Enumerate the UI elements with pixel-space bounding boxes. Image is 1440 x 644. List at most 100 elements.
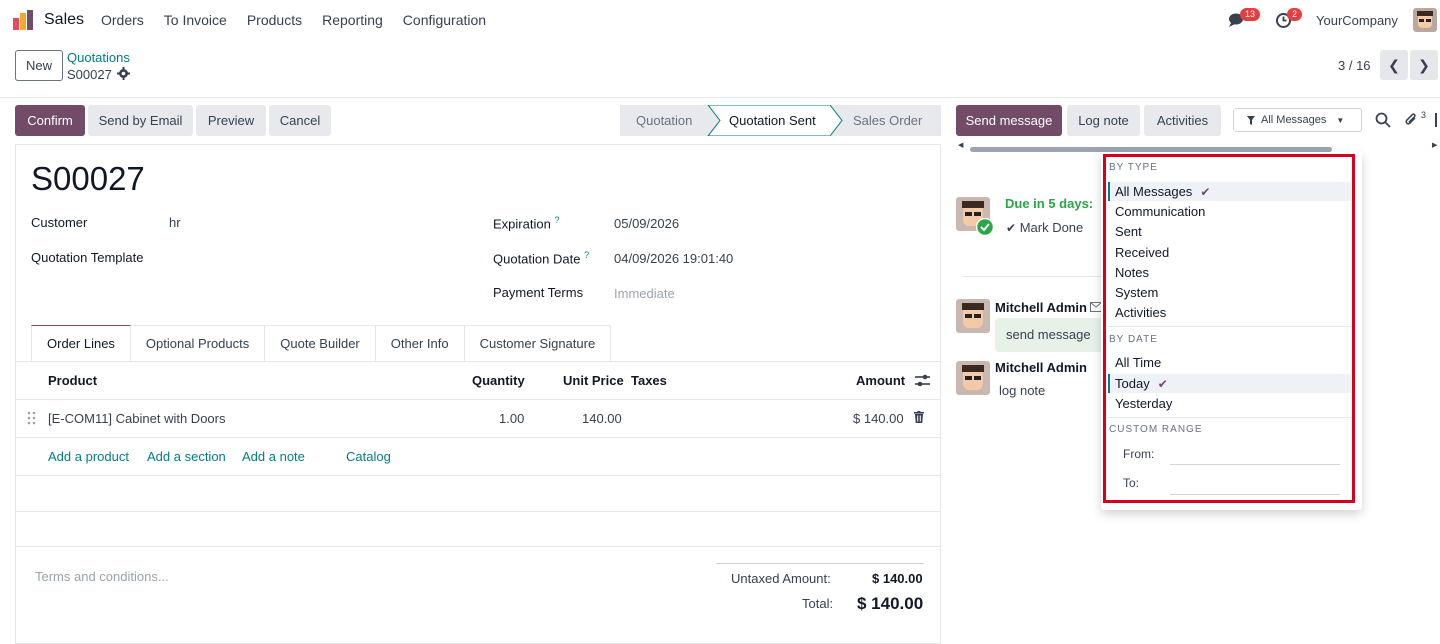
tab-customer-signature[interactable]: Customer Signature [464, 325, 612, 362]
quotation-name: S00027 [31, 160, 145, 197]
column-taxes[interactable]: Taxes [631, 373, 667, 388]
activities-button[interactable]: Activities [1144, 105, 1221, 136]
chevron-right-icon: ❯ [1418, 56, 1430, 73]
tab-order-lines[interactable]: Order Lines [31, 325, 131, 362]
scroll-left-icon[interactable]: ◀ [958, 141, 963, 149]
menu-reporting[interactable]: Reporting [322, 12, 383, 28]
new-button[interactable]: New [15, 50, 63, 81]
row-amount: $ 140.00 [853, 411, 904, 426]
menu-orders[interactable]: Orders [101, 12, 144, 28]
quotation-template-label: Quotation Template [31, 250, 144, 265]
paperclip-icon[interactable] [1404, 112, 1418, 128]
column-amount[interactable]: Amount [856, 373, 905, 388]
caret-down-icon: ▼ [1336, 115, 1345, 125]
mark-done-button[interactable]: ✔ Mark Done [1006, 220, 1083, 235]
menu-configuration[interactable]: Configuration [403, 12, 486, 28]
expiration-field[interactable]: 05/09/2026 [614, 216, 679, 231]
message-body: log note [999, 383, 1046, 398]
main-menu: Orders To Invoice Products Reporting Con… [101, 12, 506, 28]
expiration-label: Expiration ? [493, 215, 560, 232]
checkmark-icon: ✔ [1200, 184, 1211, 199]
expand-icon[interactable] [1434, 112, 1440, 128]
filter-system[interactable]: System [1108, 283, 1351, 302]
custom-range-header: CUSTOM RANGE [1109, 424, 1203, 435]
tabs-underline [16, 361, 940, 362]
total-label: Total: [802, 596, 834, 611]
confirm-button[interactable]: Confirm [15, 105, 85, 136]
customer-field[interactable]: hr [169, 215, 181, 230]
check-circle-icon [976, 218, 994, 236]
column-quantity[interactable]: Quantity [472, 373, 525, 388]
send-by-email-button[interactable]: Send by Email [88, 105, 193, 136]
message-avatar[interactable] [956, 299, 990, 333]
message-bubble: send message [995, 318, 1105, 352]
filter-communication[interactable]: Communication [1108, 202, 1351, 221]
stage-quotation-sent[interactable]: Quotation Sent [729, 105, 816, 136]
sales-app-logo-icon[interactable] [13, 10, 35, 30]
tab-other-info[interactable]: Other Info [375, 325, 465, 362]
row-divider [16, 546, 940, 547]
cancel-button[interactable]: Cancel [269, 105, 331, 136]
filter-received[interactable]: Received [1108, 243, 1351, 262]
filter-all-messages[interactable]: All Messages ✔ [1108, 182, 1351, 201]
terms-conditions-field[interactable]: Terms and conditions... [35, 569, 169, 584]
filter-all-time[interactable]: All Time [1108, 353, 1351, 372]
search-icon[interactable] [1375, 112, 1391, 128]
drag-handle-icon[interactable] [27, 411, 36, 425]
preview-button[interactable]: Preview [196, 105, 266, 136]
trash-icon[interactable] [914, 411, 924, 423]
user-avatar[interactable] [1413, 8, 1437, 32]
column-product[interactable]: Product [48, 373, 97, 388]
message-filter-dropdown[interactable]: All Messages ▼ [1233, 108, 1362, 132]
menu-to-invoice[interactable]: To Invoice [164, 12, 227, 28]
stage-sales-order[interactable]: Sales Order [853, 105, 922, 136]
gear-icon[interactable] [117, 67, 130, 80]
send-message-button[interactable]: Send message [956, 105, 1062, 136]
tab-optional-products[interactable]: Optional Products [130, 325, 266, 362]
column-settings-icon[interactable] [915, 374, 930, 387]
chevron-left-icon: ❮ [1388, 56, 1400, 73]
pager-next-button[interactable]: ❯ [1410, 50, 1438, 80]
filter-today[interactable]: Today ✔ [1108, 374, 1351, 393]
to-date-input[interactable] [1170, 494, 1340, 495]
message-author[interactable]: Mitchell Admin [995, 300, 1087, 315]
row-unit-price[interactable]: 140.00 [582, 411, 622, 426]
catalog-link[interactable]: Catalog [346, 449, 391, 464]
quotation-date-field[interactable]: 04/09/2026 19:01:40 [614, 251, 733, 266]
row-quantity[interactable]: 1.00 [499, 411, 524, 426]
breadcrumb-quotations[interactable]: Quotations [67, 50, 130, 65]
stage-quotation[interactable]: Quotation [636, 105, 692, 136]
message-author[interactable]: Mitchell Admin [995, 360, 1087, 375]
add-note-link[interactable]: Add a note [242, 449, 305, 464]
quotation-template-field[interactable] [169, 248, 459, 268]
row-product[interactable]: [E-COM11] Cabinet with Doors [48, 411, 226, 426]
pager-previous-button[interactable]: ❮ [1380, 50, 1408, 80]
filter-activities[interactable]: Activities [1108, 303, 1351, 322]
untaxed-amount-label: Untaxed Amount: [731, 571, 831, 586]
top-navbar: Sales Orders To Invoice Products Reporti… [0, 0, 1440, 40]
row-divider [16, 475, 940, 476]
help-tooltip-icon[interactable]: ? [554, 215, 559, 225]
pager-value[interactable]: 3 / 16 [1338, 58, 1371, 73]
column-unit-price[interactable]: Unit Price [563, 373, 624, 388]
chat-count-badge: 13 [1240, 8, 1261, 21]
menu-products[interactable]: Products [247, 12, 302, 28]
filter-notes[interactable]: Notes [1108, 263, 1351, 282]
filter-yesterday[interactable]: Yesterday [1108, 394, 1351, 413]
payment-terms-field[interactable]: Immediate [614, 286, 675, 301]
log-note-button[interactable]: Log note [1067, 105, 1140, 136]
message-avatar[interactable] [956, 361, 990, 395]
by-date-header: BY DATE [1109, 334, 1158, 345]
menu-divider [1108, 417, 1351, 418]
help-tooltip-icon[interactable]: ? [584, 250, 589, 260]
add-section-link[interactable]: Add a section [147, 449, 226, 464]
tab-quote-builder[interactable]: Quote Builder [265, 325, 376, 362]
from-date-input[interactable] [1170, 464, 1340, 465]
scroll-right-icon[interactable]: ▶ [1432, 141, 1437, 149]
app-name[interactable]: Sales [44, 11, 84, 29]
from-label: From: [1123, 447, 1155, 461]
activity-due: Due in 5 days: [1005, 196, 1094, 211]
company-switcher[interactable]: YourCompany [1316, 13, 1398, 28]
filter-sent[interactable]: Sent [1108, 222, 1351, 241]
add-product-link[interactable]: Add a product [48, 449, 129, 464]
